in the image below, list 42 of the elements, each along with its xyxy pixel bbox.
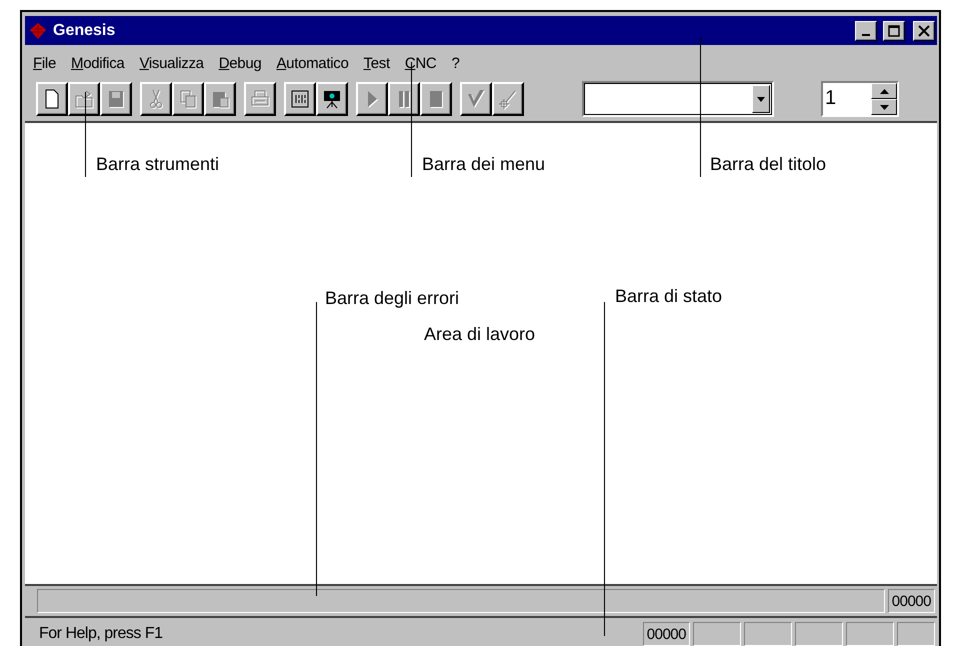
maximize-button[interactable] [883,20,905,40]
dropdown-field[interactable] [582,81,774,117]
menu-item[interactable]: Visualizza [139,54,204,72]
app-logo-icon [29,22,47,40]
status-message: For Help, press F1 [39,625,164,643]
menu-item[interactable]: ? [451,54,460,72]
spin-value: 1 [824,86,838,111]
window-title: Genesis [53,22,116,40]
menu-item[interactable]: Debug [218,54,262,72]
close-button[interactable] [913,20,935,40]
callout-label: Area di lavoro [424,324,536,345]
close-icon [918,24,930,36]
callout-label: Barra dei menu [422,154,546,175]
callout-label: Barra strumenti [96,154,220,175]
minimize-button[interactable] [855,20,877,40]
dropdown-button[interactable] [752,85,770,113]
status-pane [897,622,935,646]
spin-down-button[interactable] [871,99,897,115]
toolbar-button[interactable] [284,82,316,116]
status-pane [846,622,894,646]
spin-up-button[interactable] [871,83,897,99]
spin-field[interactable]: 1 [821,81,899,117]
status-pane [744,622,792,646]
caret-icon [757,96,765,102]
status-counter: 00000 [642,622,690,646]
menu-item[interactable]: File [33,54,56,72]
callout-label: Barra di stato [615,286,722,307]
down-arrow-icon [880,104,888,110]
menu-item[interactable]: Modifica [70,54,124,72]
minimize-icon [862,34,870,36]
menu-item[interactable]: Automatico [276,54,348,72]
error-counter: 00000 [888,589,935,613]
up-arrow-icon [880,88,888,94]
toolbar-button[interactable] [36,82,68,116]
status-pane [795,622,843,646]
menu-item[interactable]: Test [364,54,390,72]
callout-label: Barra del titolo [710,154,826,175]
toolbar-button[interactable] [316,82,348,116]
menu-item[interactable]: CNC [404,54,436,72]
maximize-icon [888,24,900,36]
callout-label: Barra degli errori [325,288,460,309]
status-pane [693,622,741,646]
